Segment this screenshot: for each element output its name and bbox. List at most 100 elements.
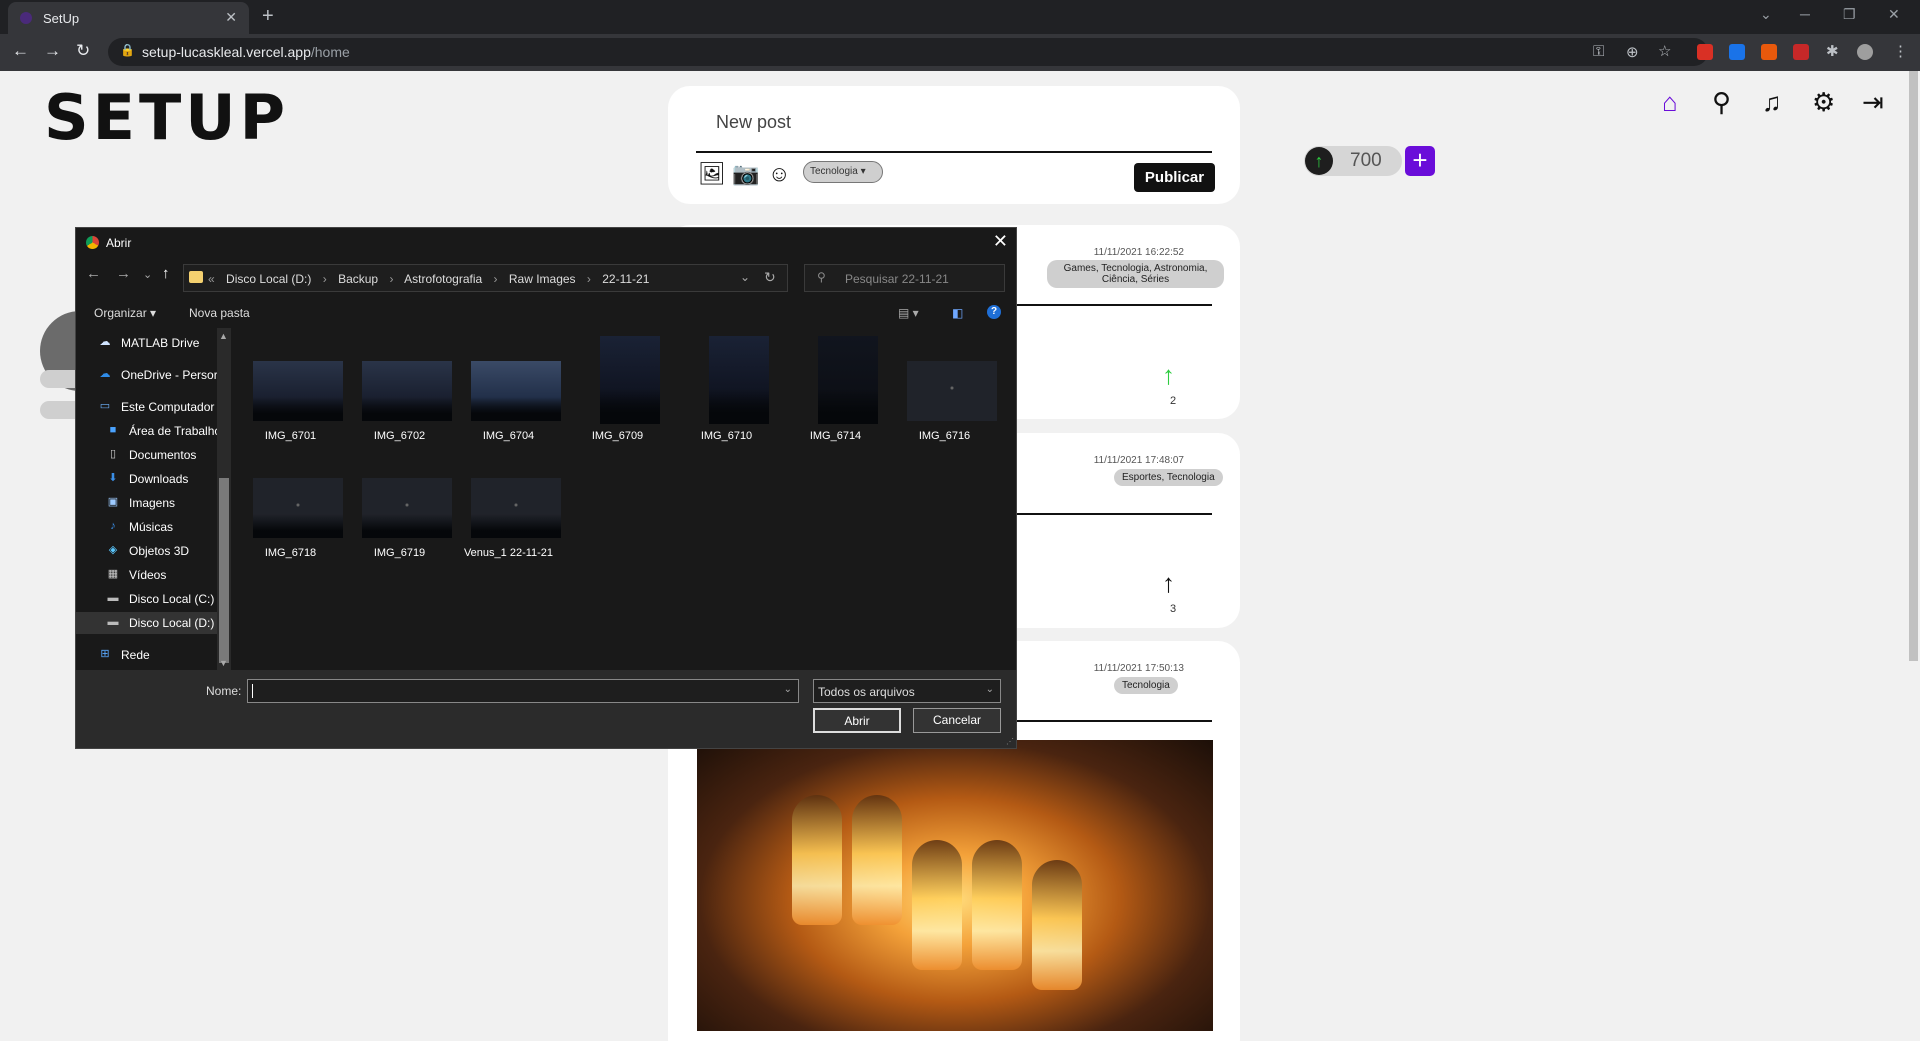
flame (972, 840, 1022, 970)
address-bar[interactable]: 🔒 setup-lucaskleal.vercel.app/home ⚿ ⊕ ☆ (108, 38, 1708, 66)
nav-item-3d-objects[interactable]: ◈ Objetos 3D (76, 540, 223, 562)
reload-icon[interactable]: ↻ (76, 41, 90, 61)
logout-icon[interactable]: ⇥ (1862, 87, 1884, 118)
nav-item-onedrive[interactable]: ☁ OneDrive - Persor (76, 364, 223, 386)
computer-icon: ▭ (99, 400, 111, 412)
file-open-dialog: Abrir ✕ ← → ⌄ ↑ « Disco Local (D:) › Bac… (75, 227, 1017, 749)
nav-scrollbar-thumb[interactable] (219, 478, 229, 663)
back-icon[interactable]: ← (86, 265, 101, 282)
file-item[interactable]: IMG_6714 (788, 328, 883, 448)
nav-item-desktop[interactable]: ■ Área de Trabalhc (76, 420, 223, 442)
recent-dropdown-icon[interactable]: ⌄ (143, 268, 152, 281)
open-button[interactable]: Abrir (813, 708, 901, 733)
breadcrumb-path[interactable]: « Disco Local (D:) › Backup › Astrofotog… (208, 272, 657, 286)
new-folder-button[interactable]: Nova pasta (189, 306, 250, 320)
extension-c-icon[interactable] (1793, 44, 1809, 60)
nav-item-documents[interactable]: ▯ Documentos (76, 444, 223, 466)
post-tags: Games, Tecnologia, Astronomia, Ciência, … (1047, 260, 1224, 288)
browser-tab[interactable]: SetUp ✕ (8, 2, 249, 34)
vote-count: 2 (1170, 395, 1177, 407)
category-select[interactable]: Tecnologia ▾ (803, 161, 883, 183)
page-scrollbar-thumb[interactable] (1909, 71, 1918, 661)
resize-grip-icon[interactable]: ⋰ (1006, 737, 1014, 746)
file-item[interactable]: IMG_6719 (352, 445, 452, 565)
file-thumbnail (253, 478, 343, 538)
search-input[interactable]: ⚲ Pesquisar 22-11-21 (804, 264, 1005, 292)
file-thumbnail (471, 478, 561, 538)
close-window-button[interactable]: ✕ (1888, 6, 1900, 23)
nav-item-drive-d[interactable]: ▬ Disco Local (D:) (76, 612, 223, 634)
extension-orange-icon[interactable] (1761, 44, 1777, 60)
download-icon: ⬇ (108, 472, 118, 484)
new-tab-button[interactable]: + (262, 5, 274, 28)
nav-item-matlab-drive[interactable]: ☁ MATLAB Drive (76, 332, 223, 354)
emoji-icon[interactable]: ☺ (768, 161, 790, 187)
add-points-button[interactable]: + (1405, 146, 1435, 176)
post-tags: Esportes, Tecnologia (1114, 469, 1223, 486)
zoom-icon[interactable]: ⊕ (1626, 43, 1639, 61)
gear-icon[interactable]: ⚙ (1812, 87, 1835, 118)
scroll-up-icon[interactable]: ▲ (219, 331, 228, 341)
tab-close-icon[interactable]: ✕ (225, 9, 237, 26)
scroll-down-icon[interactable]: ▼ (219, 658, 228, 668)
chevron-down-icon[interactable]: ⌄ (740, 270, 750, 284)
extensions-puzzle-icon[interactable]: ✱ (1826, 42, 1839, 60)
upvote-icon[interactable]: ↑ (1162, 568, 1175, 599)
nav-item-videos[interactable]: ▦ Vídeos (76, 564, 223, 586)
key-icon[interactable]: ⚿ (1593, 43, 1604, 60)
bell-icon[interactable]: ♫ (1762, 87, 1782, 118)
minimize-button[interactable]: ─ (1800, 6, 1810, 22)
file-item[interactable]: IMG_6704 (461, 328, 561, 448)
nav-item-network[interactable]: ⊞ Rede (76, 644, 223, 666)
filetype-select[interactable]: Todos os arquivos ⌄ (813, 679, 1001, 703)
file-item[interactable]: IMG_6710 (679, 328, 774, 448)
extension-blue-icon[interactable] (1729, 44, 1745, 60)
back-icon[interactable]: ← (12, 41, 29, 61)
dialog-close-button[interactable]: ✕ (993, 231, 1008, 252)
upvote-icon[interactable]: ↑ (1162, 360, 1175, 391)
app-logo[interactable]: SETUP (44, 81, 289, 154)
new-post-input[interactable]: New post (716, 112, 791, 133)
add-image-icon[interactable]: 🖼 (698, 161, 726, 187)
camera-icon[interactable]: 📷 (732, 161, 759, 187)
view-options-icon[interactable]: ▤ ▾ (898, 306, 919, 320)
breadcrumb[interactable]: « Disco Local (D:) › Backup › Astrofotog… (183, 264, 788, 292)
filename-input[interactable]: ⌄ (247, 679, 799, 703)
profile-avatar-icon[interactable] (1857, 44, 1873, 60)
cancel-button[interactable]: Cancelar (913, 708, 1001, 733)
extension-red-icon[interactable] (1697, 44, 1713, 60)
organize-menu[interactable]: Organizar ▾ (94, 306, 156, 320)
nav-item-downloads[interactable]: ⬇ Downloads (76, 468, 223, 490)
points-counter: ↑ 700 (1304, 146, 1402, 176)
file-item[interactable]: IMG_6716 (897, 328, 997, 448)
chevron-down-icon[interactable]: ⌄ (784, 684, 792, 695)
file-item[interactable]: IMG_6718 (243, 445, 343, 565)
file-thumbnail (362, 361, 452, 421)
search-placeholder: Pesquisar 22-11-21 (845, 272, 949, 286)
nav-item-this-pc[interactable]: ▭ Este Computador (76, 396, 223, 418)
nav-item-music[interactable]: ♪ Músicas (76, 516, 223, 538)
search-icon[interactable]: ⚲ (1712, 87, 1731, 118)
file-item[interactable]: IMG_6702 (352, 328, 452, 448)
home-icon[interactable]: ⌂ (1662, 87, 1678, 118)
publish-button[interactable]: Publicar (1134, 163, 1215, 192)
post-image-rocket-engines[interactable] (697, 740, 1213, 1031)
forward-icon[interactable]: → (116, 265, 131, 282)
nav-item-drive-c[interactable]: ▬ Disco Local (C:) (76, 588, 223, 610)
restore-button[interactable]: ❐ (1843, 6, 1856, 23)
tab-title: SetUp (43, 11, 80, 26)
refresh-icon[interactable]: ↻ (764, 269, 776, 286)
profile-dropdown-icon[interactable]: ⌄ (1760, 6, 1772, 23)
nav-item-images[interactable]: ▣ Imagens (76, 492, 223, 514)
chevron-down-icon: ⌄ (985, 684, 994, 695)
file-item[interactable]: IMG_6709 (570, 328, 665, 448)
file-thumbnail (471, 361, 561, 421)
forward-icon[interactable]: → (44, 41, 61, 61)
up-icon[interactable]: ↑ (162, 265, 170, 282)
star-icon[interactable]: ☆ (1658, 42, 1671, 60)
help-icon[interactable]: ? (987, 305, 1001, 319)
file-item[interactable]: IMG_6701 (243, 328, 343, 448)
menu-kebab-icon[interactable]: ⋮ (1893, 42, 1908, 60)
file-item[interactable]: Venus_1 22-11-21 (461, 445, 561, 565)
preview-pane-icon[interactable]: ◧ (952, 306, 963, 320)
